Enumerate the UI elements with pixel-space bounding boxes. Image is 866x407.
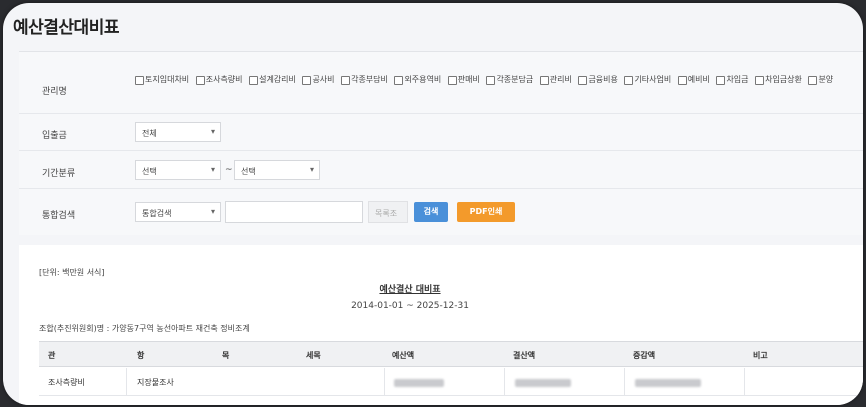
report-title: 예산결산 대비표 <box>379 285 441 295</box>
checkbox-option[interactable]: 토지임대차비 <box>135 74 189 86</box>
chevron-down-icon: ▾ <box>210 127 215 136</box>
checkbox-box[interactable] <box>677 75 687 85</box>
period-from-select[interactable]: 선택 ▾ <box>135 160 221 180</box>
checkbox-option[interactable]: 각종부담비 <box>341 74 388 86</box>
keyword-label-box: 목록조 <box>368 201 408 223</box>
redacted-variance <box>635 379 701 387</box>
checkbox-box[interactable] <box>539 75 549 85</box>
checkbox-box[interactable] <box>394 75 404 85</box>
checkbox-box[interactable] <box>624 75 634 85</box>
period-label: 기간분류 <box>42 169 76 179</box>
period-separator: ~ <box>225 165 233 175</box>
checkbox-option[interactable]: 금융비용 <box>578 74 618 86</box>
table-row: 조사측량비 지장물조사 <box>39 368 863 396</box>
search-row: 통합검색 통합검색 ▾ 목록조 검색 PDF인쇄 <box>19 189 863 235</box>
checkbox-box[interactable] <box>808 75 818 85</box>
filter-panel: 관리명 토지임대차비 조사측량비 설계감리비 공사비 각종부담비 외주용역비 판… <box>19 51 863 235</box>
column-header: 비고 <box>753 351 768 360</box>
inout-label: 입출금 <box>42 131 67 141</box>
checkbox-option[interactable]: 차입금상환 <box>755 74 802 86</box>
report-date-range: 2014-01-01 ~ 2025-12-31 <box>351 301 469 311</box>
checkbox-box[interactable] <box>341 75 351 85</box>
checkbox-option[interactable]: 분양 <box>808 74 833 86</box>
page-title: 예산결산대비표 <box>13 18 119 38</box>
cell-hang: 지장물조사 <box>137 378 174 387</box>
column-header: 증감액 <box>633 351 656 360</box>
inout-select[interactable]: 전체 ▾ <box>135 122 221 142</box>
checkbox-box[interactable] <box>578 75 588 85</box>
column-header: 예산액 <box>392 351 415 360</box>
checkbox-option[interactable]: 기타사업비 <box>624 74 671 86</box>
chevron-down-icon: ▾ <box>210 165 215 174</box>
inout-row: 입출금 전체 ▾ <box>19 114 863 151</box>
checkbox-box[interactable] <box>755 75 765 85</box>
checkbox-box[interactable] <box>249 75 259 85</box>
checkbox-option[interactable]: 설계감리비 <box>249 74 296 86</box>
search-button[interactable]: 검색 <box>414 202 448 222</box>
checkbox-option[interactable]: 공사비 <box>302 74 335 86</box>
column-header: 세목 <box>306 351 321 360</box>
table-header: 관 항 목 세목 예산액 결산액 증감액 비고 <box>39 341 863 367</box>
search-type-select[interactable]: 통합검색 ▾ <box>135 202 221 222</box>
redacted-settlement <box>515 379 571 387</box>
checkbox-box[interactable] <box>195 75 205 85</box>
checkbox-option[interactable]: 각종분담금 <box>486 74 533 86</box>
search-label: 통합검색 <box>42 211 76 221</box>
chevron-down-icon: ▾ <box>210 207 215 216</box>
checkbox-option[interactable]: 관리비 <box>539 74 572 86</box>
window-card: 예산결산대비표 관리명 토지임대차비 조사측량비 설계감리비 공사비 각종부담비… <box>3 3 863 405</box>
checkbox-box[interactable] <box>716 75 726 85</box>
period-row: 기간분류 선택 ▾ ~ 선택 ▾ <box>19 151 863 189</box>
category-checkbox-group: 토지임대차비 조사측량비 설계감리비 공사비 각종부담비 외주용역비 판매비 각… <box>135 74 855 89</box>
category-row: 관리명 토지임대차비 조사측량비 설계감리비 공사비 각종부담비 외주용역비 판… <box>19 52 863 114</box>
column-header: 관 <box>48 351 56 360</box>
period-to-select[interactable]: 선택 ▾ <box>234 160 320 180</box>
checkbox-option[interactable]: 예비비 <box>677 74 710 86</box>
column-header: 목 <box>222 351 230 360</box>
redacted-budget <box>394 379 444 387</box>
report-section: [단위: 백만원 서식] 예산결산 대비표 2014-01-01 ~ 2025-… <box>19 245 863 405</box>
checkbox-box[interactable] <box>486 75 496 85</box>
pdf-print-button[interactable]: PDF인쇄 <box>457 202 515 222</box>
column-header: 결산액 <box>513 351 536 360</box>
cell-gwan: 조사측량비 <box>48 378 85 387</box>
checkbox-box[interactable] <box>135 75 144 85</box>
checkbox-option[interactable]: 외주용역비 <box>394 74 441 86</box>
unit-note: [단위: 백만원 서식] <box>39 268 105 277</box>
column-header: 항 <box>137 351 145 360</box>
search-input[interactable] <box>225 201 363 223</box>
checkbox-box[interactable] <box>302 75 312 85</box>
checkbox-option[interactable]: 차입금 <box>716 74 749 86</box>
checkbox-box[interactable] <box>447 75 457 85</box>
chevron-down-icon: ▾ <box>309 165 314 174</box>
project-line: 조합(추진위원회)명 : 가양동7구역 농선아파트 재건축 정비조계 <box>39 324 250 333</box>
category-label: 관리명 <box>42 87 67 97</box>
checkbox-option[interactable]: 판매비 <box>447 74 480 86</box>
checkbox-option[interactable]: 조사측량비 <box>195 74 243 86</box>
